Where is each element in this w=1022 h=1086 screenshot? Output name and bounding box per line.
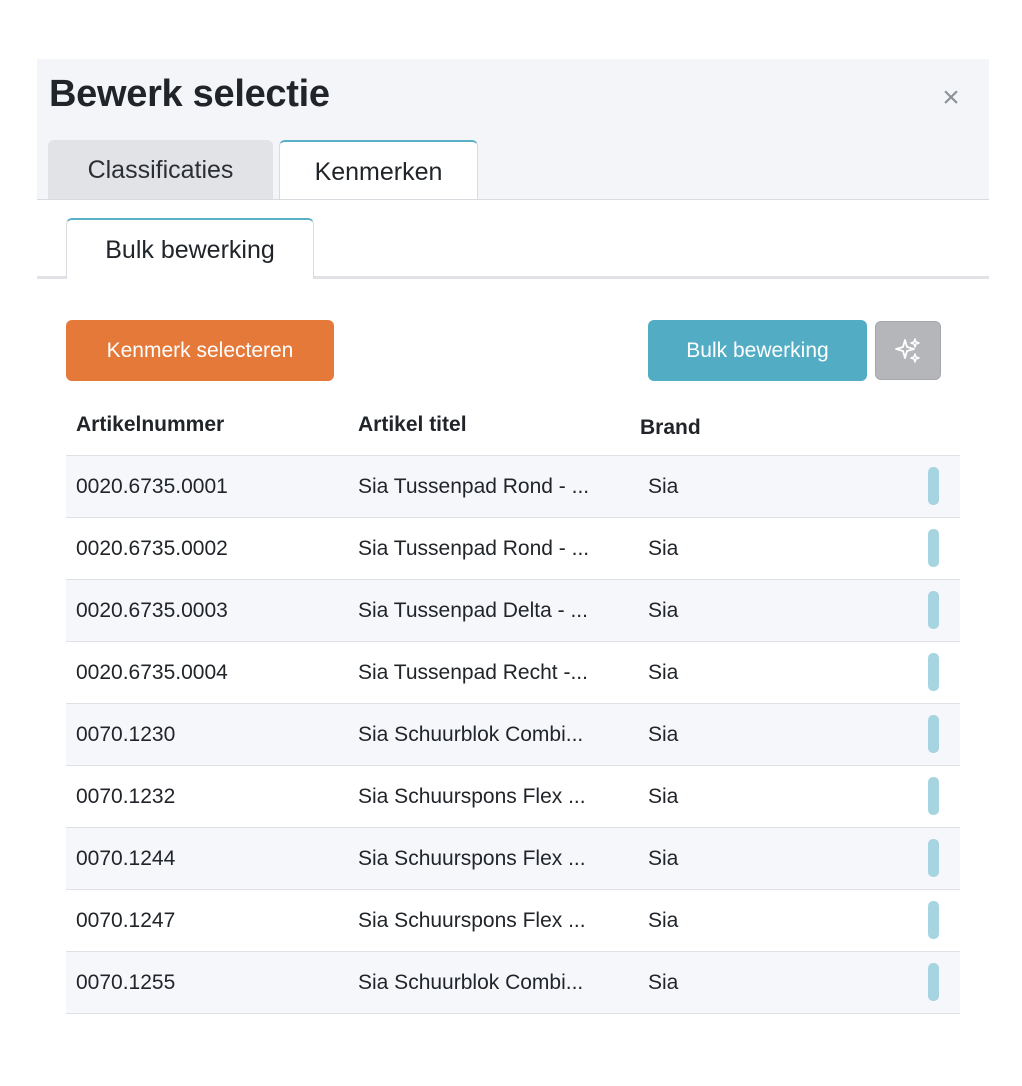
row-handle[interactable] [928, 653, 939, 691]
cell-brand: Sia [648, 909, 679, 932]
table-row[interactable]: 0070.1244 Sia Schuurspons Flex ... Sia [66, 828, 960, 890]
articles-table: Artikelnummer Artikel titel Brand 0020.6… [66, 399, 960, 1014]
cell-article-title: Sia Tussenpad Recht -... [358, 661, 588, 684]
table-header: Artikelnummer Artikel titel Brand [66, 399, 960, 456]
cell-article-title: Sia Schuurblok Combi... [358, 723, 584, 746]
cell-brand: Sia [648, 847, 679, 870]
row-handle[interactable] [928, 715, 939, 753]
tabs-divider [37, 199, 989, 200]
table-row[interactable]: 0070.1232 Sia Schuurspons Flex ... Sia [66, 766, 960, 828]
table-row[interactable]: 0020.6735.0004 Sia Tussenpad Recht -... Si… [66, 642, 960, 704]
tab-classificaties[interactable]: Classificaties [48, 140, 273, 200]
cell-article-title: Sia Schuurspons Flex ... [358, 785, 586, 808]
cell-article-number: 0070.1244 [76, 847, 176, 870]
ai-magic-button[interactable] [875, 321, 941, 380]
tab-kenmerken[interactable]: Kenmerken [279, 140, 478, 200]
row-handle[interactable] [928, 901, 939, 939]
cell-article-title: Sia Schuurspons Flex ... [358, 847, 586, 870]
cell-article-title: Sia Schuurblok Combi... [358, 971, 584, 994]
edit-selection-modal: Bewerk selectie × Classificaties Kenmerk… [37, 59, 989, 1019]
cell-article-number: 0020.6735.0002 [76, 537, 228, 560]
cell-brand: Sia [648, 475, 679, 498]
cell-article-number: 0020.6735.0001 [76, 475, 228, 498]
row-handle[interactable] [928, 591, 939, 629]
cell-article-title: Sia Tussenpad Rond - ... [358, 537, 590, 560]
modal-header: Bewerk selectie × Classificaties Kenmerk… [37, 59, 989, 200]
table-row[interactable]: 0020.6735.0001 Sia Tussenpad Rond - ... Si… [66, 456, 960, 518]
cell-article-number: 0020.6735.0004 [76, 661, 228, 684]
cell-article-title: Sia Schuurspons Flex ... [358, 909, 586, 932]
cell-article-number: 0020.6735.0003 [76, 599, 228, 622]
cell-article-title: Sia Tussenpad Delta - ... [358, 599, 588, 622]
cell-article-title: Sia Tussenpad Rond - ... [358, 475, 590, 498]
cell-brand: Sia [648, 723, 679, 746]
cell-brand: Sia [648, 599, 679, 622]
cell-brand: Sia [648, 661, 679, 684]
cell-brand: Sia [648, 785, 679, 808]
sparkles-icon [895, 337, 920, 363]
table-body: 0020.6735.0001 Sia Tussenpad Rond - ... Si… [66, 456, 960, 1014]
table-row[interactable]: 0070.1247 Sia Schuurspons Flex ... Sia [66, 890, 960, 952]
column-header-article-title[interactable]: Artikel titel [358, 413, 467, 437]
row-handle[interactable] [928, 839, 939, 877]
close-icon[interactable]: × [937, 83, 965, 113]
cell-article-number: 0070.1255 [76, 971, 176, 994]
cell-article-number: 0070.1232 [76, 785, 176, 808]
table-row[interactable]: 0020.6735.0003 Sia Tussenpad Delta - ... S… [66, 580, 960, 642]
cell-brand: Sia [648, 971, 679, 994]
row-handle[interactable] [928, 963, 939, 1001]
column-header-brand[interactable]: Brand [640, 416, 701, 440]
table-row[interactable]: 0070.1230 Sia Schuurblok Combi... Sia [66, 704, 960, 766]
cell-article-number: 0070.1230 [76, 723, 176, 746]
row-handle[interactable] [928, 467, 939, 505]
subtab-bulk-bewerking[interactable]: Bulk bewerking [66, 218, 314, 279]
cell-brand: Sia [648, 537, 679, 560]
select-attribute-button[interactable]: Kenmerk selecteren [66, 320, 334, 381]
table-row[interactable]: 0020.6735.0002 Sia Tussenpad Rond - ... Si… [66, 518, 960, 580]
modal-title: Bewerk selectie [49, 73, 330, 115]
table-row[interactable]: 0070.1255 Sia Schuurblok Combi... Sia [66, 952, 960, 1014]
cell-article-number: 0070.1247 [76, 909, 176, 932]
row-handle[interactable] [928, 529, 939, 567]
row-handle[interactable] [928, 777, 939, 815]
column-header-article-number[interactable]: Artikelnummer [76, 413, 224, 437]
bulk-edit-button[interactable]: Bulk bewerking [648, 320, 867, 381]
